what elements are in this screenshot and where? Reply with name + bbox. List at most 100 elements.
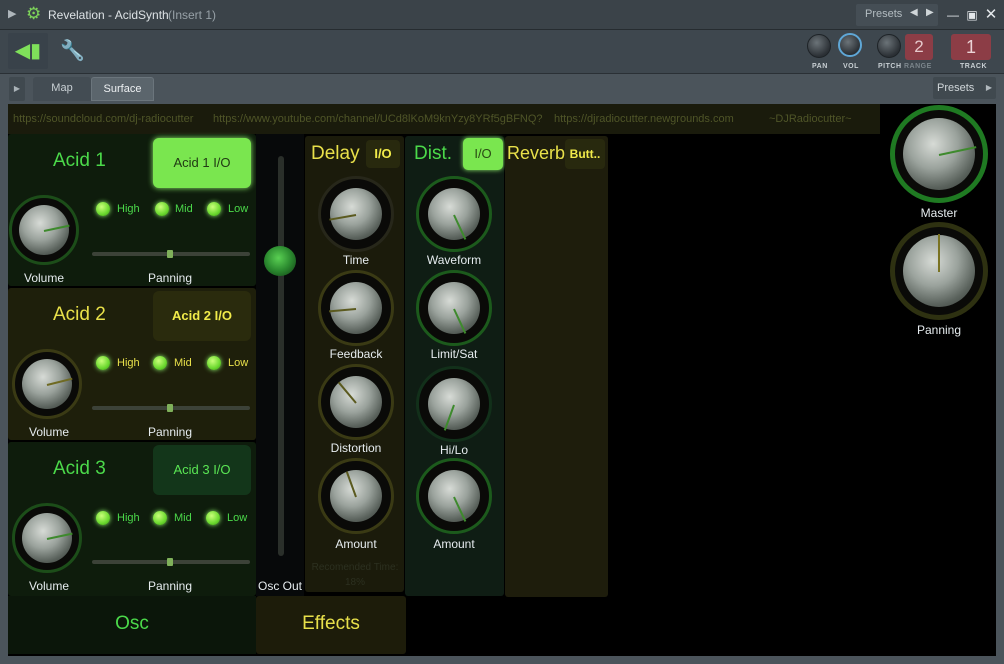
range-value[interactable]: 2 [905, 34, 933, 60]
master-panning-label: Panning [916, 323, 962, 337]
delay-time-label: Time [342, 253, 370, 267]
delay-amount-knob[interactable] [318, 458, 394, 534]
acid-2-volume-knob[interactable] [12, 349, 82, 419]
reverb-panel [505, 136, 608, 597]
links-bar: https://soundcloud.com/dj-radiocutter ht… [8, 104, 880, 134]
osc-out-fader-thumb[interactable] [264, 246, 296, 276]
pitch-knob[interactable] [877, 34, 901, 58]
acid-3-high-led[interactable] [96, 511, 110, 525]
acid-3-panning-label: Panning [147, 579, 193, 593]
acid-2-low-label: Low [228, 357, 249, 369]
acid-3-title: Acid 3 [53, 458, 106, 479]
acid-3-high-label: High [117, 512, 140, 524]
acid-2-mid-label: Mid [174, 357, 192, 369]
acid-2-panning-thumb[interactable] [167, 404, 173, 412]
plugin-icon[interactable]: ◀▮ [8, 33, 48, 69]
acid-1-high-led[interactable] [96, 202, 110, 216]
master-label: Master [920, 206, 958, 220]
acid-1-high-label: High [117, 203, 140, 215]
dist-amount-label: Amount [433, 537, 475, 551]
dist-io-button[interactable]: I/O [463, 138, 503, 170]
tab-map[interactable]: Map [33, 77, 91, 101]
acid-1-panning-label: Panning [147, 271, 193, 285]
acid-3-panning-thumb[interactable] [167, 558, 173, 566]
acid-1-volume-knob[interactable] [9, 195, 79, 265]
acid-3-volume-label: Volume [28, 579, 70, 593]
master-volume-knob[interactable] [890, 105, 988, 203]
delay-distortion-label: Distortion [330, 441, 382, 455]
reverb-button[interactable]: Butt.. [565, 139, 605, 169]
track-value[interactable]: 1 [951, 34, 991, 60]
acid-2-panning-label: Panning [147, 425, 193, 439]
preset-prev-icon[interactable]: ◀ [910, 7, 918, 18]
vol-label: VOL [843, 63, 859, 70]
tab-scroll-icon[interactable]: ▶ [9, 77, 25, 101]
dist-hilo-knob[interactable] [416, 366, 492, 442]
window-title: Revelation - AcidSynth [48, 8, 169, 22]
dist-waveform-knob[interactable] [416, 176, 492, 252]
acid-2-volume-label: Volume [28, 425, 70, 439]
acid-2-mid-led[interactable] [153, 356, 167, 370]
surface-presets-label: Presets [937, 82, 975, 94]
acid-1-low-label: Low [228, 203, 249, 215]
delay-title: Delay [311, 143, 360, 164]
delay-io-button[interactable]: I/O [366, 140, 400, 168]
presets-label: Presets [865, 8, 903, 20]
acid-1-low-led[interactable] [207, 202, 221, 216]
acid-2-high-label: High [117, 357, 140, 369]
reverb-title: Reverb [507, 143, 566, 163]
collapse-arrow-icon[interactable]: ▶ [8, 7, 16, 20]
delay-distortion-knob[interactable] [318, 364, 394, 440]
signature-text: ~DJRadiocutter~ [769, 113, 852, 125]
dist-title: Dist. [414, 143, 452, 164]
delay-amount-label: Amount [335, 537, 377, 551]
maximize-icon[interactable]: ▣ [964, 7, 980, 23]
track-label: TRACK [960, 63, 987, 70]
acid-1-volume-label: Volume [23, 271, 65, 285]
tab-surface[interactable]: Surface [91, 77, 154, 101]
acid-2-io-button[interactable]: Acid 2 I/O [153, 291, 251, 341]
close-icon[interactable]: ✕ [983, 7, 999, 23]
dist-hilo-label: Hi/Lo [439, 443, 468, 457]
soundcloud-link[interactable]: https://soundcloud.com/dj-radiocutter [13, 104, 193, 134]
osc-section-label: Osc [115, 613, 149, 634]
vol-knob[interactable] [838, 33, 862, 57]
recommended-time-value: 18% [344, 577, 365, 588]
wrench-icon[interactable]: 🔧 [60, 38, 85, 63]
acid-3-low-label: Low [227, 512, 248, 524]
presets-menu[interactable]: Presets ◀ ▶ [856, 4, 938, 26]
pitch-label: PITCH [878, 63, 902, 70]
acid-3-mid-led[interactable] [153, 511, 167, 525]
acid-1-mid-label: Mid [175, 203, 193, 215]
acid-1-io-button[interactable]: Acid 1 I/O [153, 138, 251, 188]
delay-feedback-label: Feedback [329, 347, 383, 361]
acid-3-low-led[interactable] [206, 511, 220, 525]
plugin-gear-icon[interactable]: ⚙ [26, 5, 41, 23]
acid-2-high-led[interactable] [96, 356, 110, 370]
insert-label: (Insert 1) [168, 8, 217, 22]
preset-next-icon[interactable]: ▶ [926, 7, 934, 18]
osc-out-fader[interactable] [278, 156, 284, 556]
acid-1-mid-led[interactable] [155, 202, 169, 216]
acid-3-volume-knob[interactable] [12, 503, 82, 573]
range-label: RANGE [904, 63, 932, 70]
pan-label: PAN [812, 63, 828, 70]
youtube-link[interactable]: https://www.youtube.com/channel/UCd8lKoM… [213, 104, 543, 134]
master-panning-knob[interactable] [890, 222, 988, 320]
newgrounds-link[interactable]: https://djradiocutter.newgrounds.com [554, 104, 734, 134]
dist-amount-knob[interactable] [416, 458, 492, 534]
delay-feedback-knob[interactable] [318, 270, 394, 346]
acid-2-low-led[interactable] [207, 356, 221, 370]
acid-3-io-button[interactable]: Acid 3 I/O [153, 445, 251, 495]
dist-limitsat-knob[interactable] [416, 270, 492, 346]
pan-knob[interactable] [807, 34, 831, 58]
dist-limitsat-label: Limit/Sat [430, 347, 478, 361]
acid-2-title: Acid 2 [53, 304, 106, 325]
recommended-time-label: Recomended Time: [311, 562, 399, 573]
presets-arrow-icon: ▶ [985, 83, 992, 92]
surface-presets-menu[interactable]: Presets ▶ [933, 77, 996, 99]
acid-1-panning-thumb[interactable] [167, 250, 173, 258]
acid-3-mid-label: Mid [174, 512, 192, 524]
delay-time-knob[interactable] [318, 176, 394, 252]
minimize-icon[interactable]: — [945, 7, 961, 23]
